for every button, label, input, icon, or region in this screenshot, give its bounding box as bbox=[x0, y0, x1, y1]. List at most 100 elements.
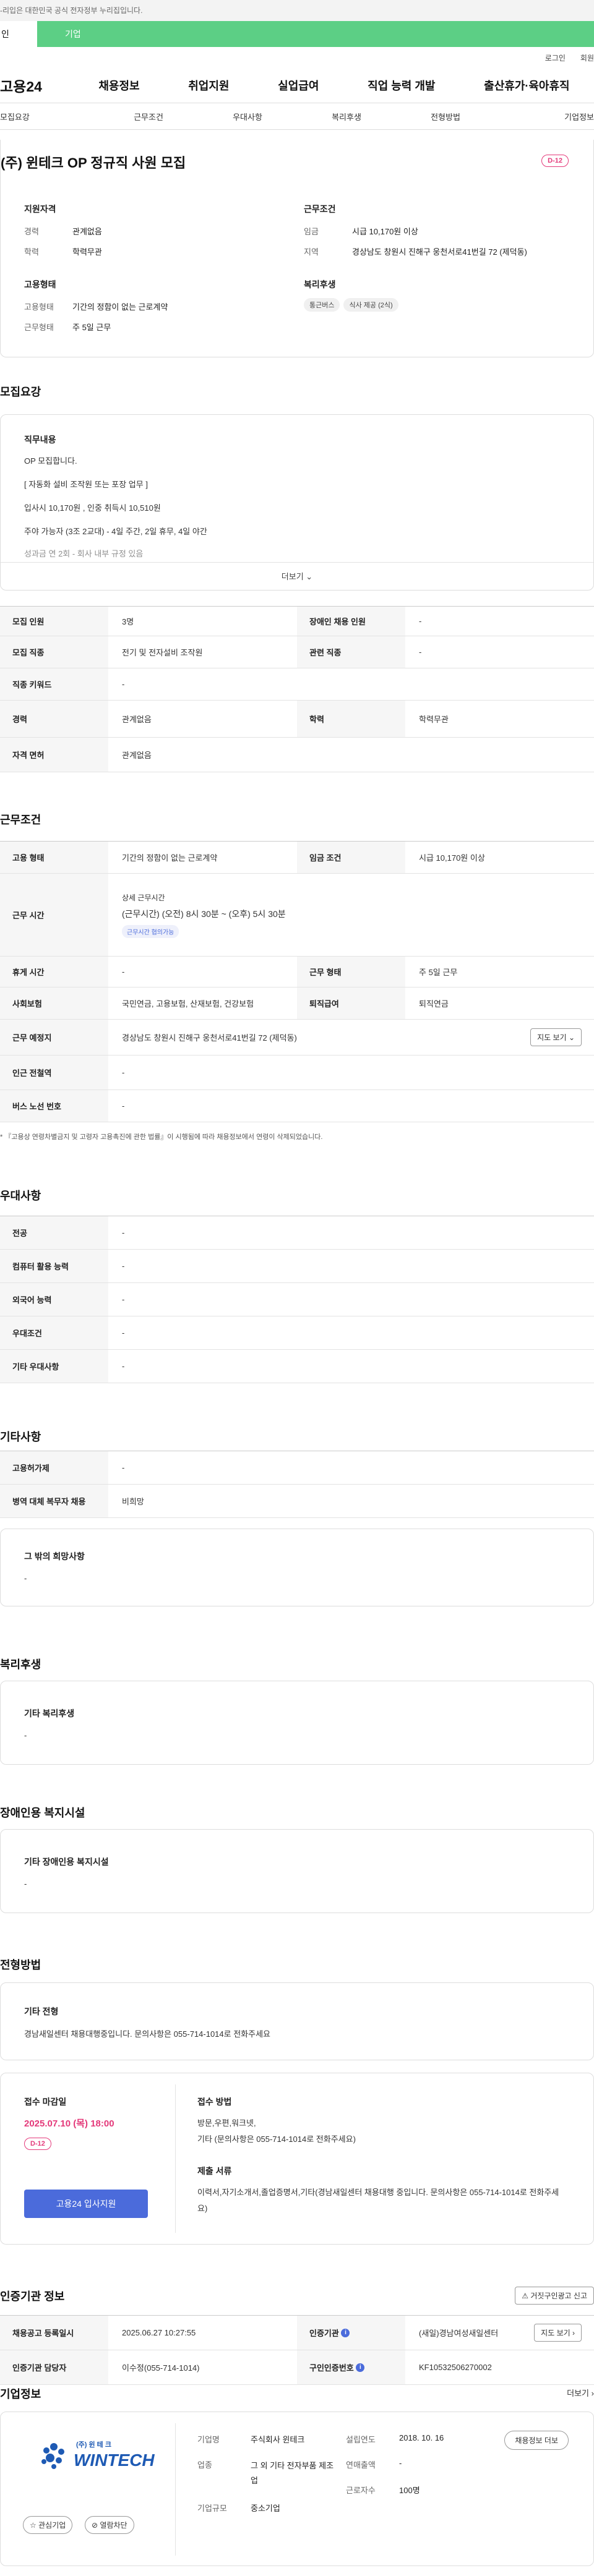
tab-selection[interactable]: 전형방법 bbox=[396, 111, 495, 122]
section-tabs: 모집요강 근무조건 우대사항 복리후생 전형방법 기업정보 bbox=[0, 103, 594, 130]
table-header: 근무 형태 bbox=[297, 957, 405, 987]
qual-title: 지원자격 bbox=[24, 204, 56, 214]
table-header: 장애인 채용 인원 bbox=[297, 607, 405, 636]
cond-block: 근무조건 임금 시급 10,170원 이상 지역 경상남도 창원시 진해구 웅천서로… bbox=[304, 203, 588, 257]
more-label: 더보기 bbox=[281, 572, 304, 581]
emp-value: 기간의 정함이 없는 근로계약 bbox=[72, 302, 168, 312]
table-cell: 비희망 bbox=[122, 1497, 144, 1506]
table-header: 임금 조건 bbox=[297, 842, 405, 873]
table-cell: - bbox=[419, 616, 422, 626]
selection-card: 기타 전형 경남새일센터 채용대행중입니다. 문의사항은 055-714-101… bbox=[0, 1982, 594, 2060]
tab-welfare[interactable]: 복리후생 bbox=[297, 111, 396, 122]
welfare-title: 복리후생 bbox=[0, 1658, 41, 1671]
block-label: 열람차단 bbox=[100, 2521, 127, 2530]
login-link[interactable]: 로그인 bbox=[545, 53, 566, 63]
tab-company[interactable]: 기업정보 bbox=[495, 111, 594, 122]
gnb-item-support[interactable]: 취업지원 bbox=[188, 77, 229, 93]
chevron-down-icon: ⌄ bbox=[568, 1033, 575, 1042]
gnb-item-jobs[interactable]: 채용정보 bbox=[98, 77, 139, 93]
chevron-right-icon: › bbox=[572, 2329, 575, 2337]
tab-recruit[interactable]: 모집요강 bbox=[0, 111, 99, 122]
welfare-title: 복리후생 bbox=[304, 279, 336, 289]
selection-card-title: 기타 전형 bbox=[24, 2007, 59, 2016]
table-header: 관련 직종 bbox=[297, 636, 405, 668]
cond-label: 지역 bbox=[304, 247, 319, 257]
fav-label: 관심기업 bbox=[38, 2521, 66, 2530]
selection-title: 전형방법 bbox=[0, 1959, 41, 1971]
dday-badge: D-12 bbox=[541, 155, 569, 167]
agency-map-button[interactable]: 지도 보기 › bbox=[534, 2324, 582, 2342]
qual-label: 학력 bbox=[24, 247, 39, 257]
table-header: 퇴직급여 bbox=[297, 987, 405, 1019]
company-logo: (주) 윈 테 크 WINTECH bbox=[38, 2437, 155, 2480]
tab-work[interactable]: 근무조건 bbox=[99, 111, 198, 122]
welfare-card: 기타 복리후생 - bbox=[0, 1681, 594, 1765]
docs-title: 제출 서류 bbox=[197, 2166, 232, 2176]
table-header: 경력 bbox=[0, 701, 108, 737]
table-cell: 경상남도 창원시 진해구 웅천서로41번길 72 (제덕동) 지도 보기 ⌄ bbox=[108, 1028, 594, 1046]
report-button[interactable]: ⚠ 거짓구인광고 신고 bbox=[515, 2287, 594, 2305]
company-label: 설립연도 bbox=[346, 2435, 376, 2444]
hours-value: (근무시간) (오전) 8시 30분 ~ (오후) 5시 30분 bbox=[122, 908, 286, 919]
company-more-label: 더보기 bbox=[567, 2389, 590, 2398]
table-header: 기타 우대사항 bbox=[0, 1350, 108, 1383]
map-button[interactable]: 지도 보기 ⌄ bbox=[530, 1028, 582, 1046]
hours-sub: 상세 근무시간 bbox=[122, 893, 165, 902]
table-header: 외국어 능력 bbox=[0, 1283, 108, 1316]
table-header: 자격 면허 bbox=[0, 738, 108, 772]
recruit-title: 모집요강 bbox=[0, 386, 41, 398]
table-cell: - bbox=[122, 1362, 125, 1371]
info-icon[interactable]: i bbox=[356, 2363, 365, 2372]
qual-block: 지원자격 경력 관계없음 학력 학력무관 bbox=[24, 203, 284, 257]
table-header: 모집 직종 bbox=[0, 636, 108, 668]
duty-title: 직무내용 bbox=[24, 435, 56, 445]
more-toggle[interactable]: 더보기 ⌄ bbox=[1, 562, 593, 591]
table-header: 사회보험 bbox=[0, 987, 108, 1019]
emp-block: 고용형태 고용형태 기간의 정함이 없는 근로계약 근무형태 주 5일 근무 bbox=[24, 278, 284, 333]
gnb-item-training[interactable]: 직업 능력 개발 bbox=[368, 77, 435, 93]
table-header: 버스 노선 번호 bbox=[0, 1090, 108, 1122]
emp-label: 고용형태 bbox=[24, 302, 54, 312]
individual-tab[interactable]: 인 bbox=[0, 21, 37, 47]
hours-tag: 근무시간 협의가능 bbox=[122, 924, 179, 938]
company-card: (주) 윈 테 크 WINTECH ☆ 관심기업 ⊘ 열람차단 기업명 주식회사 … bbox=[0, 2412, 594, 2566]
etc-table: 고용허가제 - 병역 대체 복무자 채용 비희망 bbox=[0, 1451, 594, 1518]
agency-map-label: 지도 보기 bbox=[541, 2329, 570, 2337]
join-link[interactable]: 회원 bbox=[580, 53, 594, 63]
gnb-item-benefit[interactable]: 실업급여 bbox=[278, 77, 319, 93]
divider bbox=[175, 2423, 176, 2556]
table-cell: 시급 10,170원 이상 bbox=[419, 853, 485, 863]
disabled-card: 기타 장애인용 복지시설 - bbox=[0, 1829, 594, 1913]
table-cell: - bbox=[122, 1068, 125, 1077]
table-cell: (새일)경남여성새일센터 지도 보기 › bbox=[405, 2316, 594, 2350]
table-cell: - bbox=[122, 967, 125, 976]
table-cell: - bbox=[122, 1328, 125, 1337]
emp-label: 근무형태 bbox=[24, 323, 54, 332]
table-cell: - bbox=[122, 1295, 125, 1304]
apply-button[interactable]: 고용24 입사지원 bbox=[24, 2190, 148, 2218]
table-header: 근무 예정지 bbox=[0, 1020, 108, 1055]
map-button-label: 지도 보기 bbox=[537, 1033, 567, 1042]
job-summary-card: (주) 윈테크 OP 정규직 사원 모집 D-12 지원자격 경력 관계없음 학력… bbox=[0, 140, 594, 357]
table-header: 채용공고 등록일시 bbox=[0, 2316, 108, 2350]
enterprise-tab[interactable]: 기업 bbox=[37, 21, 594, 47]
block-button[interactable]: ⊘ 열람차단 bbox=[85, 2516, 134, 2534]
cert-label: 구인인증번호 bbox=[309, 2363, 354, 2373]
table-header: 병역 대체 복무자 채용 bbox=[0, 1485, 108, 1517]
welfare-block: 복리후생 통근버스 식사 제공 (2식) bbox=[304, 278, 588, 312]
table-cell: 전기 및 전자설비 조작원 bbox=[122, 648, 203, 657]
work-title: 근무조건 bbox=[0, 814, 41, 826]
company-jobs-button[interactable]: 채용정보 더보 bbox=[504, 2431, 569, 2450]
fav-button[interactable]: ☆ 관심기업 bbox=[23, 2516, 73, 2534]
tab-pref[interactable]: 우대사항 bbox=[198, 111, 297, 122]
site-logo[interactable]: 고용24 bbox=[0, 75, 74, 96]
table-header: 고용허가제 bbox=[0, 1451, 108, 1484]
company-label: 업종 bbox=[197, 2460, 212, 2470]
gnb-item-leave[interactable]: 출산휴가·육아휴직 bbox=[484, 77, 569, 93]
company-more-link[interactable]: 더보기 › bbox=[567, 2387, 594, 2399]
disabled-card-value: - bbox=[24, 1879, 27, 1888]
selection-card-value: 경남새일센터 채용대행중입니다. 문의사항은 055-714-1014로 전화주… bbox=[24, 2029, 271, 2039]
agency-label: 인증기관 bbox=[309, 2329, 339, 2338]
info-icon[interactable]: i bbox=[341, 2328, 350, 2337]
logo-brand: WINTECH bbox=[74, 2450, 155, 2470]
